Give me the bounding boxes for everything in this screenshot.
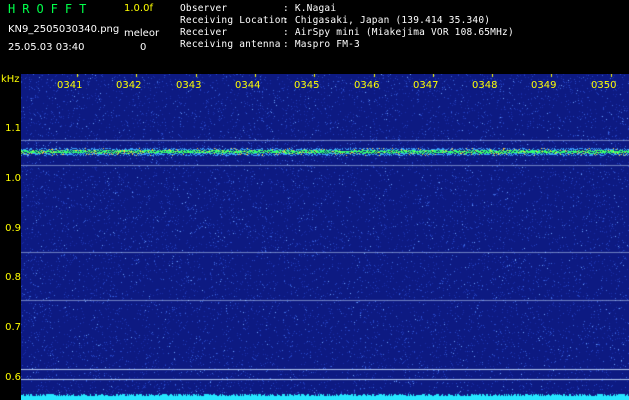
observer-value: : K.Nagai xyxy=(283,3,337,14)
antenna-value: : Maspro FM-3 xyxy=(283,39,360,50)
version-label: 1.0.0f xyxy=(124,3,153,14)
meteor-count: 0 xyxy=(140,42,147,53)
time-tick-label: 0349 xyxy=(531,80,557,91)
datetime-label: 25.05.03 03:40 xyxy=(8,42,85,53)
time-tick-label: 0345 xyxy=(294,80,320,91)
y-tick-label: 0.9 xyxy=(5,223,21,234)
time-tick-label: 0344 xyxy=(235,80,261,91)
meteor-label: meleor xyxy=(124,28,160,39)
time-tick-label: 0343 xyxy=(176,80,202,91)
y-tick-label: 1.0 xyxy=(5,173,21,184)
receiver-label: Receiver xyxy=(180,27,228,38)
y-tick-label: 0.7 xyxy=(5,322,21,333)
header-panel: HROFFT 1.0.0f KN9_2505030340.png 25.05.0… xyxy=(0,0,629,74)
receiver-value: : AirSpy mini (Miakejima VOR 108.65MHz) xyxy=(283,27,514,38)
frequency-unit-label: kHz xyxy=(1,74,20,85)
antenna-label: Receiving antenna xyxy=(180,39,281,50)
observer-label: Observer xyxy=(180,3,228,14)
time-tick-label: 0348 xyxy=(472,80,498,91)
time-tick-label: 0342 xyxy=(116,80,142,91)
info-values: : K.Nagai : Chigasaki, Japan (139.414 35… xyxy=(283,3,514,51)
time-tick-label: 0347 xyxy=(413,80,439,91)
time-tick-label: 0341 xyxy=(57,80,83,91)
time-tick-label: 0350 xyxy=(591,80,617,91)
spectrogram-canvas[interactable] xyxy=(21,74,629,400)
app-title: HROFFT xyxy=(8,2,94,16)
filename-label: KN9_2505030340.png xyxy=(8,24,120,35)
location-value: : Chigasaki, Japan (139.414 35.340) xyxy=(283,15,491,26)
y-tick-label: 0.8 xyxy=(5,272,21,283)
time-tick-label: 0346 xyxy=(354,80,380,91)
info-labels: Observer Receiving Location Receiver Rec… xyxy=(180,3,287,51)
location-label: Receiving Location xyxy=(180,15,287,26)
y-tick-label: 0.6 xyxy=(5,372,21,383)
y-tick-label: 1.1 xyxy=(5,123,21,134)
spectrogram-plot[interactable] xyxy=(21,74,629,400)
